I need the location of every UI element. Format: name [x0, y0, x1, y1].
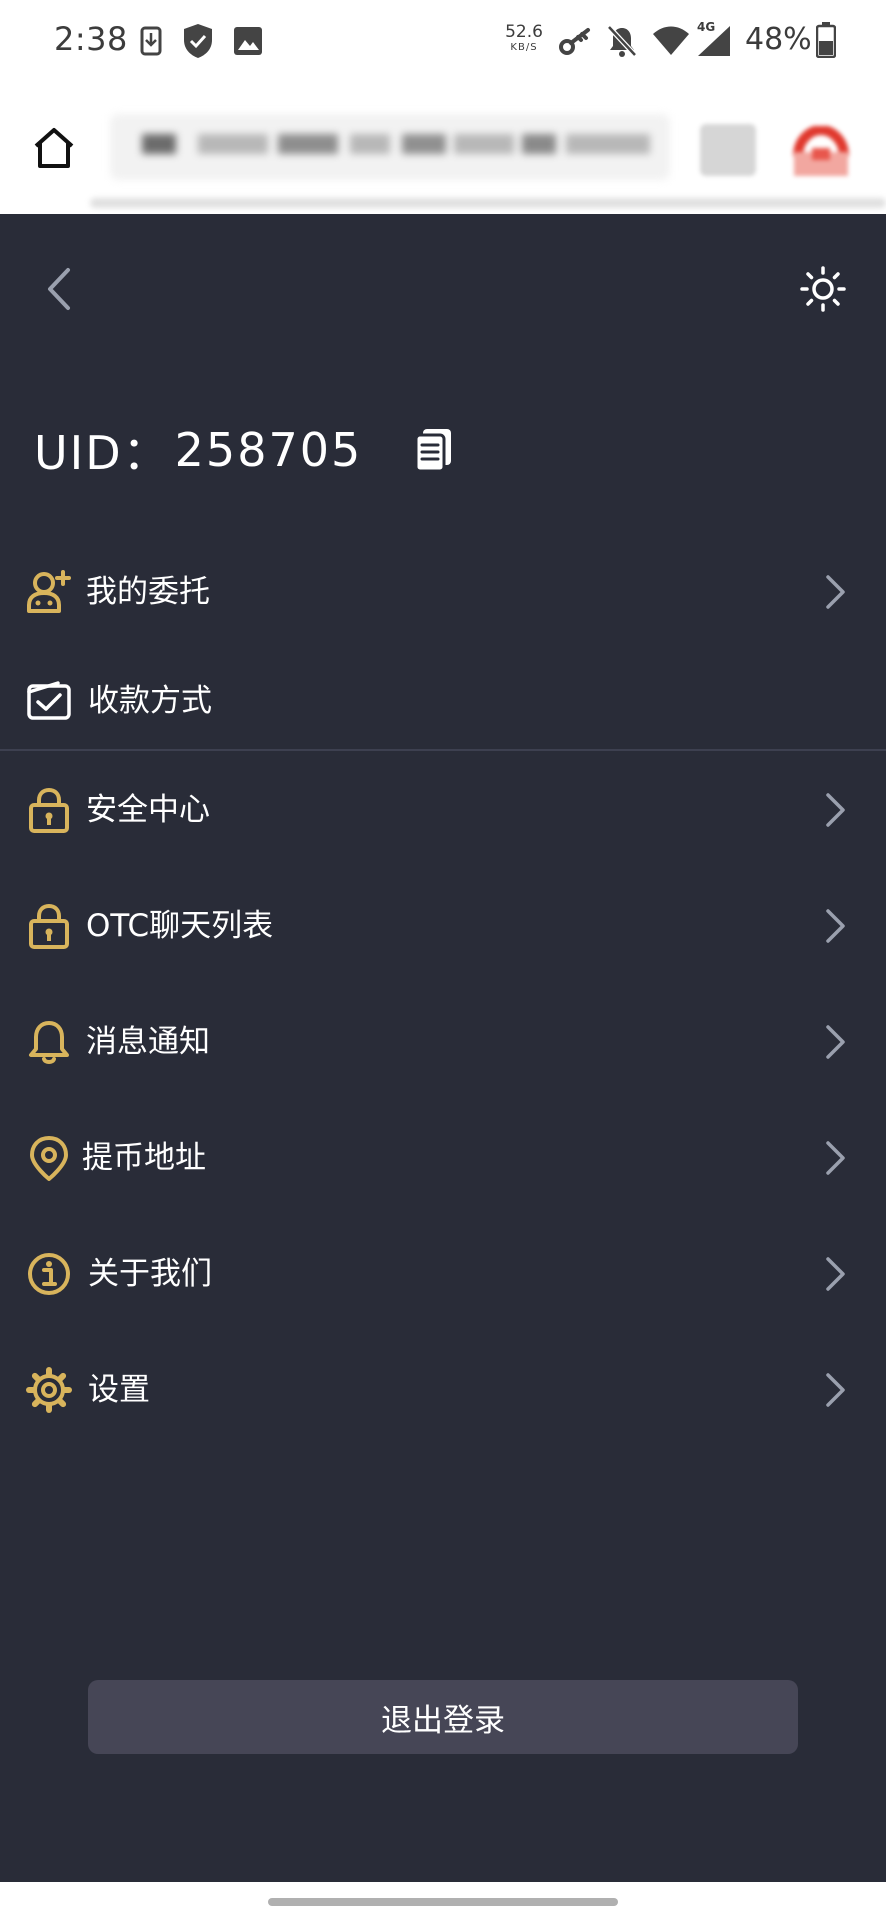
- gesture-handle[interactable]: [268, 1898, 618, 1906]
- chevron-right-icon: [824, 1139, 848, 1177]
- menu-item-label: 提币地址: [82, 1140, 206, 1176]
- browser-bar: [0, 84, 886, 214]
- menu-item-security[interactable]: 安全中心: [0, 755, 886, 865]
- lock-icon: [26, 787, 72, 833]
- bell-icon: [26, 1019, 72, 1065]
- shield-icon: [182, 22, 214, 64]
- menu-item-label: 收款方式: [88, 683, 212, 719]
- menu-item-payment-methods[interactable]: 收款方式: [0, 646, 886, 756]
- menu-item-label: 安全中心: [86, 792, 210, 828]
- url-field[interactable]: [110, 114, 670, 180]
- browser-progress-line: [90, 198, 886, 208]
- info-icon: [26, 1251, 72, 1297]
- top-nav: [0, 214, 886, 354]
- key-icon: [558, 26, 592, 60]
- status-bar: 2:38 52.6 KB/S 4G 48%: [0, 0, 886, 84]
- payment-check-icon: [26, 678, 72, 724]
- gesture-area: [0, 1882, 886, 1920]
- chevron-right-icon: [824, 573, 848, 611]
- uid-value: 258705: [174, 423, 363, 477]
- uid-row: UID： 258705: [34, 420, 454, 480]
- menu-item-label: 消息通知: [86, 1024, 210, 1060]
- chevron-right-icon: [824, 907, 848, 945]
- menu-item-otc-chat-list[interactable]: OTC聊天列表: [0, 871, 886, 981]
- chevron-right-icon: [824, 1371, 848, 1409]
- home-icon[interactable]: [30, 124, 80, 174]
- menu-item-label: 关于我们: [88, 1256, 212, 1292]
- gear-icon: [26, 1367, 72, 1413]
- menu-item-withdraw-address[interactable]: 提币地址: [0, 1103, 886, 1213]
- menu-item-settings[interactable]: 设置: [0, 1335, 886, 1445]
- download-notification-icon: [140, 24, 162, 62]
- battery-percent: 48%: [745, 22, 812, 57]
- menu-item-label: 设置: [88, 1372, 150, 1408]
- menu-item-label: 我的委托: [86, 574, 210, 610]
- tabs-icon[interactable]: [700, 124, 756, 176]
- menu-item-about-us[interactable]: 关于我们: [0, 1219, 886, 1329]
- chevron-right-icon: [824, 1255, 848, 1293]
- lock-icon: [26, 903, 72, 949]
- chevron-right-icon: [824, 791, 848, 829]
- user-plus-icon: [26, 569, 72, 615]
- divider: [0, 749, 886, 751]
- location-pin-icon: [26, 1135, 72, 1181]
- status-time: 2:38: [54, 20, 128, 58]
- bell-off-icon: [606, 24, 638, 62]
- chevron-left-icon[interactable]: [40, 264, 80, 314]
- account-page: UID： 258705 我的委托 收款方式 安全中心 OTC聊天列表 消息通知 …: [0, 214, 886, 1882]
- menu-item-notifications[interactable]: 消息通知: [0, 987, 886, 1097]
- menu-item-label: OTC聊天列表: [86, 908, 274, 944]
- copy-icon[interactable]: [414, 427, 454, 473]
- wifi-icon: [652, 26, 690, 60]
- logout-button[interactable]: 退出登录: [88, 1680, 798, 1754]
- uid-label: UID：: [34, 426, 171, 480]
- chevron-right-icon: [824, 1023, 848, 1061]
- net-speed: 52.6 KB/S: [505, 22, 543, 53]
- cell-signal-icon: [696, 24, 732, 62]
- image-icon: [233, 26, 263, 60]
- sun-icon[interactable]: [798, 264, 848, 314]
- battery-icon: [815, 22, 837, 62]
- menu-item-my-orders[interactable]: 我的委托: [0, 537, 886, 647]
- menu-avatar-icon[interactable]: [792, 124, 850, 178]
